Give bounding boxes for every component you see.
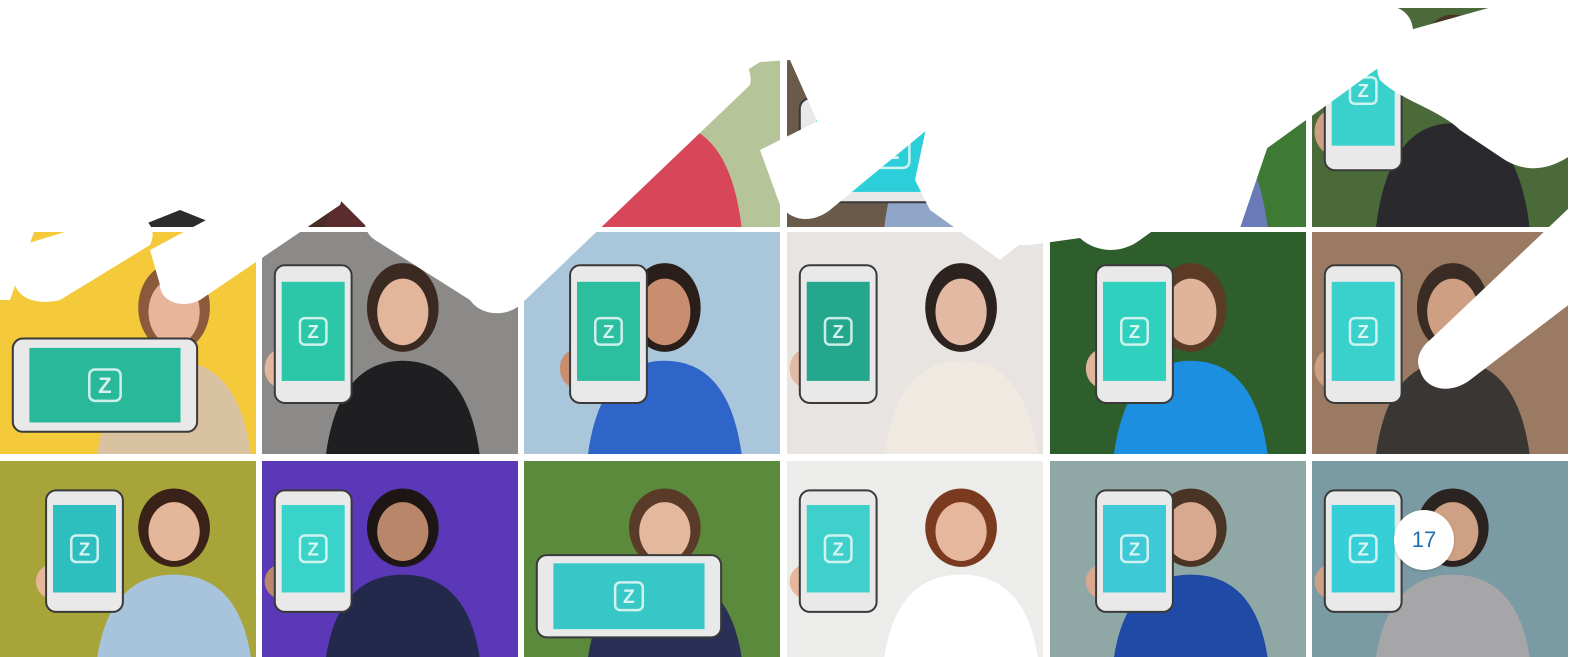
app-logo-text: Z — [1358, 80, 1369, 101]
app-logo-text: Z — [603, 80, 614, 101]
app-logo-text: Z — [885, 138, 900, 165]
photo-r1-c4: Z — [787, 232, 1043, 454]
app-logo-text: Z — [623, 586, 635, 608]
photo-top-c1: Z — [0, 0, 256, 227]
photo-r2-c1: Z — [0, 461, 256, 657]
app-logo-text: Z — [308, 538, 319, 559]
photo-r1-c6: Z — [1312, 232, 1568, 454]
photo-r2-c5: Z — [1050, 461, 1306, 657]
photo-r2-c3: Z — [524, 461, 780, 657]
photo-collage: Z Z Z Z Z Z Z Z Z Z Z Z Z Z Z Z Z Z 17 — [0, 0, 1588, 657]
photo-r1-c2: Z — [262, 232, 518, 454]
app-logo-text: Z — [1358, 321, 1369, 342]
photo-r2-c4: Z — [787, 461, 1043, 657]
app-logo-text: Z — [603, 321, 614, 342]
app-logo-text: Z — [308, 80, 319, 101]
photo-top-c5: Z — [1050, 0, 1306, 227]
photo-r1-c5: Z — [1050, 232, 1306, 454]
app-logo-text: Z — [1129, 321, 1140, 342]
app-logo-text: Z — [1358, 538, 1369, 559]
photo-r2-c2: Z — [262, 461, 518, 657]
photo-top-c2: Z — [262, 0, 518, 227]
app-logo-text: Z — [98, 373, 111, 398]
app-logo-text: Z — [79, 538, 90, 559]
app-logo-text: Z — [1129, 80, 1140, 101]
photo-top-c3: Z — [524, 0, 780, 227]
app-logo-text: Z — [79, 80, 90, 101]
photo-r1-c3: Z — [524, 232, 780, 454]
photo-top-c6: Z — [1312, 0, 1568, 227]
photo-r1-c1: Z — [0, 232, 256, 454]
photo-top-c4: Z — [787, 0, 1043, 227]
app-logo-text: Z — [833, 538, 844, 559]
app-logo-text: Z — [833, 321, 844, 342]
app-logo-text: Z — [308, 321, 319, 342]
app-logo-text: Z — [1129, 538, 1140, 559]
page-number-badge: 17 — [1394, 510, 1454, 570]
